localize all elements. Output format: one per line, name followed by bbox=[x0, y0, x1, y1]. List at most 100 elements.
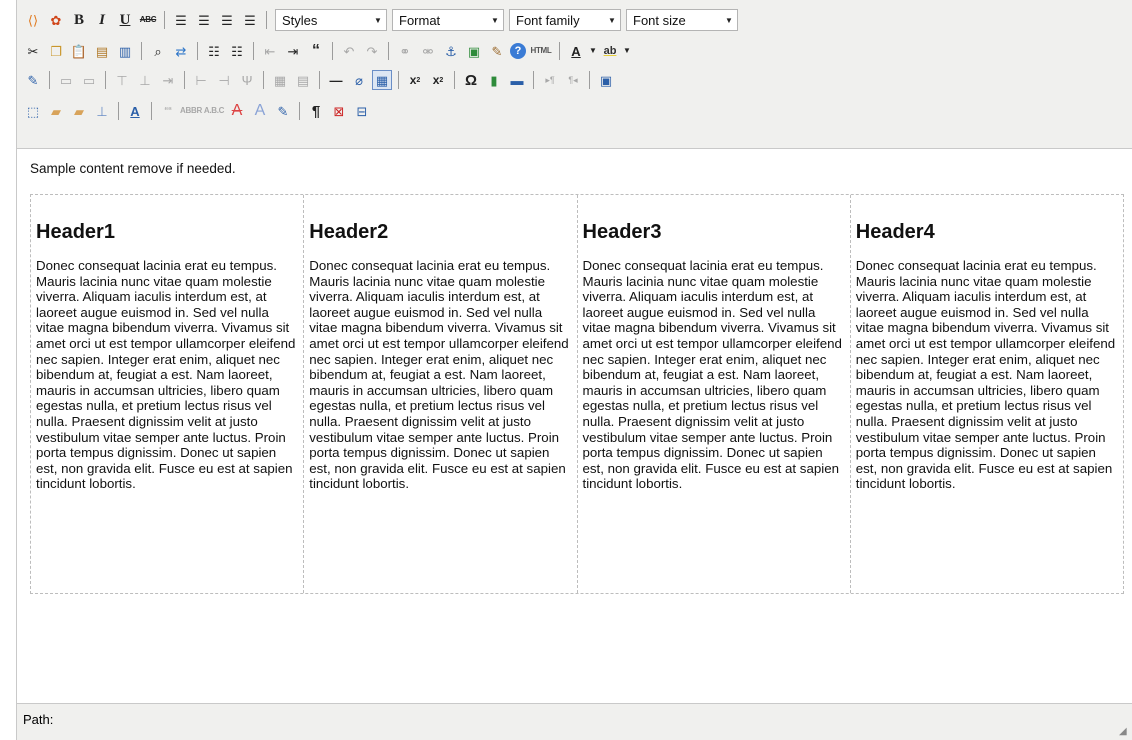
cut-icon[interactable]: ✂ bbox=[23, 41, 43, 61]
paste-text-icon[interactable]: ▤ bbox=[92, 41, 112, 61]
toolbar-row-4: ⬚ ▰ ▰ ⊥ A ““ ABBR A.B.C A A ✎ ¶ ⊠ ⊟ bbox=[23, 99, 372, 123]
special-char-icon[interactable]: Ω bbox=[461, 70, 481, 90]
styles-select-value: Styles bbox=[282, 13, 318, 28]
toolbar-separator bbox=[105, 71, 106, 89]
superscript-icon[interactable]: x2 bbox=[428, 70, 448, 90]
insertion-icon[interactable]: A bbox=[250, 101, 270, 121]
non-breaking-icon[interactable]: ⊠ bbox=[329, 101, 349, 121]
link-icon[interactable]: ⚭ bbox=[395, 41, 415, 61]
chevron-down-icon: ▼ bbox=[374, 15, 382, 25]
absolute-position-icon[interactable]: ⊥ bbox=[92, 101, 112, 121]
rtl-icon[interactable]: ¶◂ bbox=[563, 70, 583, 90]
visual-aid-icon[interactable]: ▦ bbox=[372, 70, 392, 90]
chevron-down-icon: ▼ bbox=[608, 15, 616, 25]
font-size-select[interactable]: Font size ▼ bbox=[626, 9, 738, 31]
content-table[interactable]: Header1 Donec consequat lacinia erat eu … bbox=[30, 194, 1124, 594]
text-color-icon[interactable]: A bbox=[566, 41, 586, 61]
numbered-list-icon[interactable]: ☷ bbox=[227, 41, 247, 61]
split-cells-icon[interactable]: ▦ bbox=[270, 70, 290, 90]
edit-css-icon[interactable]: ✎ bbox=[23, 70, 43, 90]
replace-icon[interactable]: ⇄ bbox=[171, 41, 191, 61]
anchor-icon[interactable]: ⚓ bbox=[441, 41, 461, 61]
format-select[interactable]: Format ▼ bbox=[392, 9, 504, 31]
blockquote-icon[interactable]: “ bbox=[306, 41, 326, 61]
toolbar-separator bbox=[141, 42, 142, 60]
font-family-select[interactable]: Font family ▼ bbox=[509, 9, 621, 31]
move-backward-icon[interactable]: ▰ bbox=[69, 101, 89, 121]
column-body: Donec consequat lacinia erat eu tempus. … bbox=[309, 258, 569, 492]
table-cell-props-icon[interactable]: ▭ bbox=[79, 70, 99, 90]
bullet-list-icon[interactable]: ☷ bbox=[204, 41, 224, 61]
copy-icon[interactable]: ❐ bbox=[46, 41, 66, 61]
indent-icon[interactable]: ⇥ bbox=[283, 41, 303, 61]
table-cell[interactable]: Header3 Donec consequat lacinia erat eu … bbox=[576, 195, 850, 593]
deletion-icon[interactable]: A bbox=[227, 101, 247, 121]
redo-icon[interactable]: ↷ bbox=[362, 41, 382, 61]
page-break-icon[interactable]: ⊟ bbox=[352, 101, 372, 121]
table-cell[interactable]: Header2 Donec consequat lacinia erat eu … bbox=[303, 195, 576, 593]
insert-col-before-icon[interactable]: ⊢ bbox=[191, 70, 211, 90]
media-icon[interactable]: ▮ bbox=[484, 70, 504, 90]
attributes-icon[interactable]: ✎ bbox=[273, 101, 293, 121]
cite-icon[interactable]: ““ bbox=[158, 101, 178, 121]
strikethrough-button[interactable]: ABC bbox=[138, 10, 158, 30]
toolbar-separator bbox=[184, 71, 185, 89]
insert-col-after-icon[interactable]: ⊣ bbox=[214, 70, 234, 90]
find-icon[interactable]: ⌕ bbox=[148, 41, 168, 61]
paste-icon[interactable]: 📋 bbox=[69, 41, 89, 61]
code-snippet-icon[interactable]: ⟨⟩ bbox=[23, 10, 43, 30]
delete-row-icon[interactable]: ⇥ bbox=[158, 70, 178, 90]
chevron-down-icon[interactable]: ▼ bbox=[589, 41, 597, 61]
image-icon[interactable]: ▣ bbox=[464, 41, 484, 61]
italic-button[interactable]: I bbox=[92, 10, 112, 30]
cleanup-icon[interactable]: ✎ bbox=[487, 41, 507, 61]
undo-icon[interactable]: ↶ bbox=[339, 41, 359, 61]
visual-chars-icon[interactable]: ¶ bbox=[306, 101, 326, 121]
subscript-icon[interactable]: x2 bbox=[405, 70, 425, 90]
table-row-props-icon[interactable]: ▭ bbox=[56, 70, 76, 90]
abbr-icon[interactable]: ABBR bbox=[180, 101, 202, 121]
delete-col-icon[interactable]: Ψ bbox=[237, 70, 257, 90]
insert-row-after-icon[interactable]: ⊥ bbox=[135, 70, 155, 90]
insert-hr-icon[interactable]: ▬ bbox=[507, 70, 527, 90]
align-center-icon[interactable]: ☰ bbox=[194, 10, 214, 30]
fullscreen-icon[interactable]: ▣ bbox=[596, 70, 616, 90]
styles-select[interactable]: Styles ▼ bbox=[275, 9, 387, 31]
format-select-value: Format bbox=[399, 13, 441, 28]
html-source-button[interactable]: HTML bbox=[529, 41, 553, 61]
bold-button[interactable]: B bbox=[69, 10, 89, 30]
align-left-icon[interactable]: ☰ bbox=[171, 10, 191, 30]
toolbar-separator bbox=[299, 102, 300, 120]
column-header: Header2 bbox=[309, 221, 389, 243]
insert-row-before-icon[interactable]: ⊤ bbox=[112, 70, 132, 90]
remove-format-icon[interactable]: ⌀ bbox=[349, 70, 369, 90]
outdent-icon[interactable]: ⇤ bbox=[260, 41, 280, 61]
help-icon[interactable]: ? bbox=[510, 43, 526, 59]
chevron-down-icon[interactable]: ▼ bbox=[623, 41, 631, 61]
column-body: Donec consequat lacinia erat eu tempus. … bbox=[582, 258, 842, 492]
horizontal-rule-icon[interactable]: — bbox=[326, 70, 346, 90]
insert-layer-icon[interactable]: ⬚ bbox=[23, 101, 43, 121]
styleprops-icon[interactable]: A bbox=[125, 101, 145, 121]
unlink-icon[interactable]: ⚮ bbox=[418, 41, 438, 61]
toolbar-separator bbox=[319, 71, 320, 89]
ltr-icon[interactable]: ▸¶ bbox=[540, 70, 560, 90]
plugin-gear-icon[interactable]: ✿ bbox=[46, 10, 66, 30]
acronym-icon[interactable]: A.B.C bbox=[204, 101, 225, 121]
table-cell[interactable]: Header4 Donec consequat lacinia erat eu … bbox=[849, 195, 1123, 593]
paste-word-icon[interactable]: ▥ bbox=[115, 41, 135, 61]
move-forward-icon[interactable]: ▰ bbox=[46, 101, 66, 121]
table-cell[interactable]: Header1 Donec consequat lacinia erat eu … bbox=[31, 195, 303, 593]
merge-cells-icon[interactable]: ▤ bbox=[293, 70, 313, 90]
editor-content-area[interactable]: Sample content remove if needed. Header1… bbox=[17, 150, 1132, 703]
toolbar-separator bbox=[197, 42, 198, 60]
underline-button[interactable]: U bbox=[115, 10, 135, 30]
align-right-icon[interactable]: ☰ bbox=[217, 10, 237, 30]
font-family-select-value: Font family bbox=[516, 13, 580, 28]
toolbar-separator bbox=[398, 71, 399, 89]
background-color-icon[interactable]: ab bbox=[600, 41, 620, 61]
align-justify-icon[interactable]: ☰ bbox=[240, 10, 260, 30]
column-body: Donec consequat lacinia erat eu tempus. … bbox=[855, 258, 1116, 492]
toolbar-row-2: ✂ ❐ 📋 ▤ ▥ ⌕ ⇄ ☷ ☷ ⇤ ⇥ “ ↶ ↷ ⚭ ⚮ ⚓ ▣ ✎ ? … bbox=[23, 39, 631, 63]
resize-handle-icon[interactable]: ◢ bbox=[1119, 726, 1129, 737]
